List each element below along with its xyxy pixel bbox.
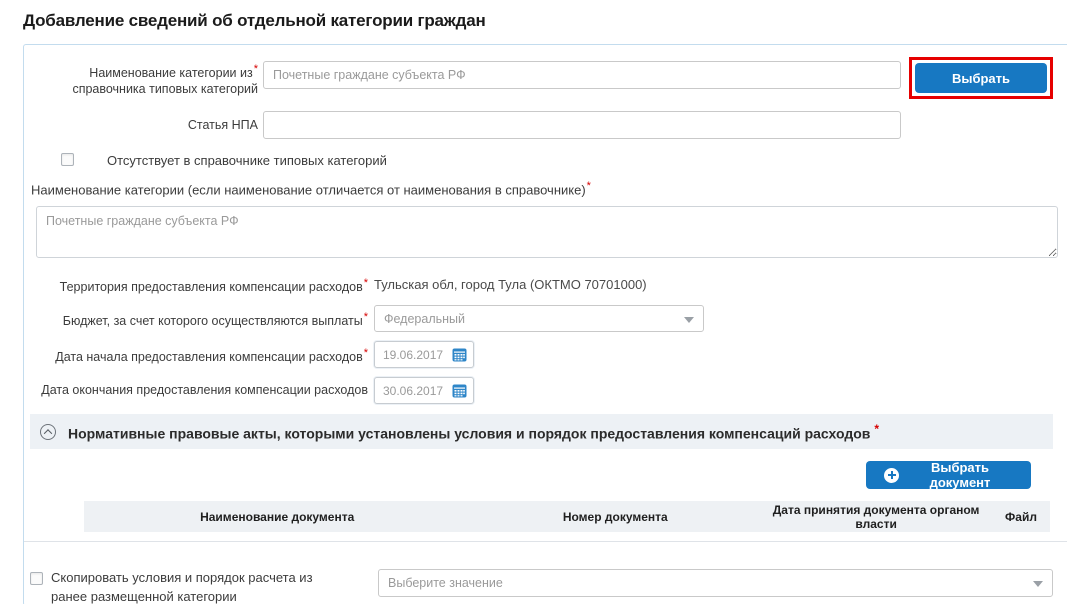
row-date-end: Дата окончания предоставления компенсаци… <box>24 377 1067 404</box>
required-marker: * <box>364 311 368 323</box>
date-end-label: Дата окончания предоставления компенсаци… <box>30 377 368 399</box>
required-marker: * <box>254 63 258 75</box>
doc-col-file: Файл <box>992 510 1050 524</box>
row-territory: Территория предоставления компенсации ра… <box>24 271 1067 296</box>
copy-conditions-checkbox[interactable] <box>30 572 43 585</box>
documents-table-header: Наименование документа Номер документа Д… <box>84 501 1050 532</box>
required-marker: * <box>874 422 879 436</box>
date-start-label-text: Дата начала предоставления компенсации р… <box>55 351 362 365</box>
calendar-icon[interactable] <box>452 383 467 398</box>
category-name-label-text: Наименование категории (если наименовани… <box>31 182 586 197</box>
category-form: Наименование категории из* справочника т… <box>23 44 1067 604</box>
date-start-value: 19.06.2017 <box>383 348 452 362</box>
doc-col-number: Номер документа <box>470 510 760 524</box>
absent-checkbox-row: Отсутствует в справочнике типовых катего… <box>24 153 1067 168</box>
calendar-icon[interactable] <box>452 347 467 362</box>
required-marker: * <box>364 347 368 359</box>
category-from-dict-input[interactable] <box>263 61 901 89</box>
row-budget: Бюджет, за счет которого осуществляются … <box>24 305 1067 332</box>
required-marker: * <box>364 277 368 289</box>
npa-section-title: Нормативные правовые акты, которыми уста… <box>68 422 879 442</box>
npa-article-label: Статья НПА <box>30 111 258 134</box>
row-category-from-dict: Наименование категории из* справочника т… <box>24 61 1067 99</box>
choose-category-button[interactable]: Выбрать <box>915 63 1047 93</box>
budget-selected-value: Федеральный <box>384 312 465 326</box>
category-name-textarea[interactable]: Почетные граждане субъекта РФ <box>36 206 1058 258</box>
absent-checkbox[interactable] <box>61 153 74 166</box>
choose-document-button[interactable]: Выбрать документ <box>866 461 1031 489</box>
absent-checkbox-label: Отсутствует в справочнике типовых катего… <box>107 153 387 168</box>
required-marker: * <box>587 180 591 192</box>
annotation-highlight-box: Выбрать <box>909 57 1053 99</box>
choose-document-button-label: Выбрать документ <box>907 460 1013 490</box>
date-start-label: Дата начала предоставления компенсации р… <box>30 341 368 366</box>
doc-col-name: Наименование документа <box>84 510 470 524</box>
chevron-down-icon <box>1033 581 1043 587</box>
budget-label-text: Бюджет, за счет которого осуществляются … <box>63 315 363 329</box>
npa-section: Нормативные правовые акты, которыми уста… <box>24 414 1067 542</box>
budget-label: Бюджет, за счет которого осуществляются … <box>30 305 368 330</box>
copy-conditions-label: Скопировать условия и порядок расчета из… <box>51 569 351 604</box>
date-end-value: 30.06.2017 <box>383 384 452 398</box>
date-end-input[interactable]: 30.06.2017 <box>374 377 474 404</box>
screen: Добавление сведений об отдельной категор… <box>0 0 1067 604</box>
npa-article-input[interactable] <box>263 111 901 139</box>
page-title: Добавление сведений об отдельной категор… <box>0 0 1067 31</box>
copy-source-select[interactable]: Выберите значение <box>378 569 1053 597</box>
category-name-label: Наименование категории (если наименовани… <box>30 180 1053 199</box>
npa-section-header[interactable]: Нормативные правовые акты, которыми уста… <box>30 414 1053 449</box>
budget-select[interactable]: Федеральный <box>374 305 704 332</box>
date-start-input[interactable]: 19.06.2017 <box>374 341 474 368</box>
territory-label-text: Территория предоставления компенсации ра… <box>60 280 363 294</box>
row-npa-article: Статья НПА <box>24 111 1067 139</box>
doc-col-date: Дата принятия документа органом власти <box>760 503 992 531</box>
copy-source-placeholder: Выберите значение <box>388 576 503 590</box>
category-from-dict-label: Наименование категории из* справочника т… <box>30 61 258 97</box>
label-line1: Наименование категории из <box>89 66 252 80</box>
collapse-chevron-icon[interactable] <box>40 424 56 440</box>
npa-section-title-text: Нормативные правовые акты, которыми уста… <box>68 426 870 442</box>
territory-value: Тульская обл, город Тула (ОКТМО 70701000… <box>374 271 647 292</box>
copy-conditions-row: Скопировать условия и порядок расчета из… <box>30 569 1053 604</box>
territory-label: Территория предоставления компенсации ра… <box>30 271 368 296</box>
label-line2: справочника типовых категорий <box>72 82 258 96</box>
plus-icon <box>884 468 899 483</box>
chevron-down-icon <box>684 317 694 323</box>
npa-section-content: Выбрать документ Наименование документа … <box>24 461 1067 542</box>
row-date-start: Дата начала предоставления компенсации р… <box>24 341 1067 368</box>
